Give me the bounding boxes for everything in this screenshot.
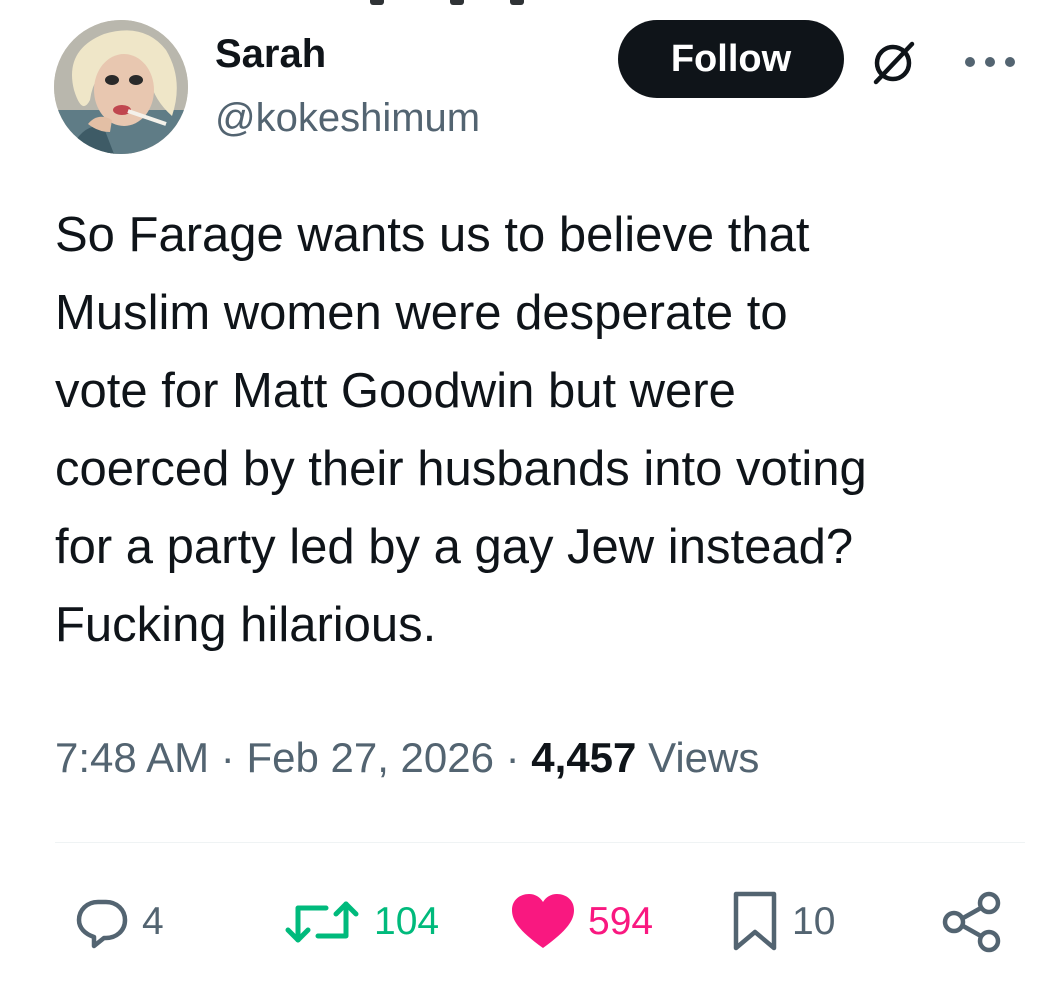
previous-content-edge xyxy=(370,0,530,6)
bookmark-count: 10 xyxy=(792,900,836,943)
avatar[interactable] xyxy=(54,20,188,154)
retweet-button[interactable]: 104 xyxy=(282,890,439,954)
like-count: 594 xyxy=(588,900,654,943)
bookmark-icon xyxy=(733,891,777,951)
grok-icon[interactable] xyxy=(868,38,918,88)
reply-count: 4 xyxy=(142,900,164,943)
bookmark-button[interactable]: 10 xyxy=(730,890,835,954)
retweet-count: 104 xyxy=(374,900,440,943)
divider xyxy=(55,842,1025,843)
views-label: Views xyxy=(636,734,760,781)
tweet-time[interactable]: 7:48 AM xyxy=(55,734,209,781)
like-button[interactable]: 594 xyxy=(510,890,653,954)
more-icon[interactable] xyxy=(960,55,1020,69)
retweet-icon xyxy=(285,901,359,943)
tweet-date[interactable]: Feb 27, 2026 xyxy=(246,734,494,781)
tweet-text: So Farage wants us to believe that Musli… xyxy=(55,208,867,652)
reply-button[interactable]: 4 xyxy=(74,890,164,954)
heart-icon xyxy=(512,894,574,948)
user-handle[interactable]: @kokeshimum xyxy=(215,94,480,142)
reply-icon xyxy=(76,899,128,949)
display-name[interactable]: Sarah xyxy=(215,30,326,78)
meta-separator: · xyxy=(493,734,532,781)
follow-button[interactable]: Follow xyxy=(618,20,844,98)
tweet-meta: 7:48 AM · Feb 27, 2026 · 4,457 Views xyxy=(55,728,759,788)
share-icon xyxy=(942,891,1001,953)
meta-separator: · xyxy=(209,734,247,781)
share-button[interactable] xyxy=(940,890,1004,954)
views-count: 4,457 xyxy=(531,734,637,781)
